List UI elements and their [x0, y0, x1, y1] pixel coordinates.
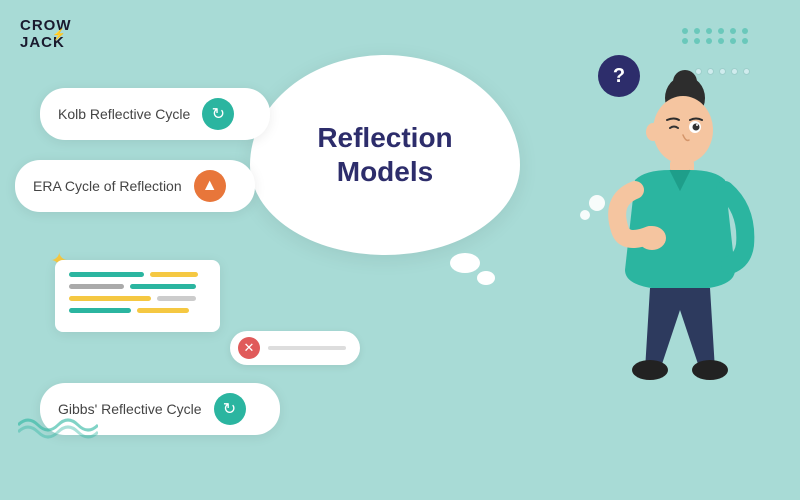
dot	[682, 38, 688, 44]
dot	[742, 28, 748, 34]
thought-circle-small	[580, 210, 590, 220]
dot	[706, 38, 712, 44]
cancel-icon: ✕	[238, 337, 260, 359]
bubble-title: Reflection Models	[317, 121, 452, 188]
decorative-dots	[682, 28, 750, 44]
logo-icon: ⚡	[52, 28, 66, 41]
dot	[730, 38, 736, 44]
dot	[742, 38, 748, 44]
era-label: ERA Cycle of Reflection	[33, 178, 182, 194]
dot	[730, 28, 736, 34]
ui-card-row	[69, 308, 206, 313]
era-cycle-button[interactable]: ERA Cycle of Reflection ▲	[15, 160, 255, 212]
dot	[718, 38, 724, 44]
ui-card-row	[69, 284, 206, 289]
cancel-pill[interactable]: ✕	[230, 331, 360, 365]
dot	[718, 28, 724, 34]
kolb-label: Kolb Reflective Cycle	[58, 106, 190, 122]
cancel-line	[268, 346, 346, 350]
gibbs-icon: ↻	[214, 393, 246, 425]
wave-decoration	[18, 410, 98, 445]
ui-card-decoration	[55, 260, 220, 332]
dot	[694, 38, 700, 44]
person-illustration	[590, 70, 770, 410]
era-icon: ▲	[194, 170, 226, 202]
dot	[694, 28, 700, 34]
kolb-icon: ↻	[202, 98, 234, 130]
ui-card-row	[69, 272, 206, 277]
kolb-reflective-cycle-button[interactable]: Kolb Reflective Cycle ↻	[40, 88, 270, 140]
ui-card-row	[69, 296, 206, 301]
dot	[682, 28, 688, 34]
dot	[706, 28, 712, 34]
thought-circle-large	[589, 195, 605, 211]
